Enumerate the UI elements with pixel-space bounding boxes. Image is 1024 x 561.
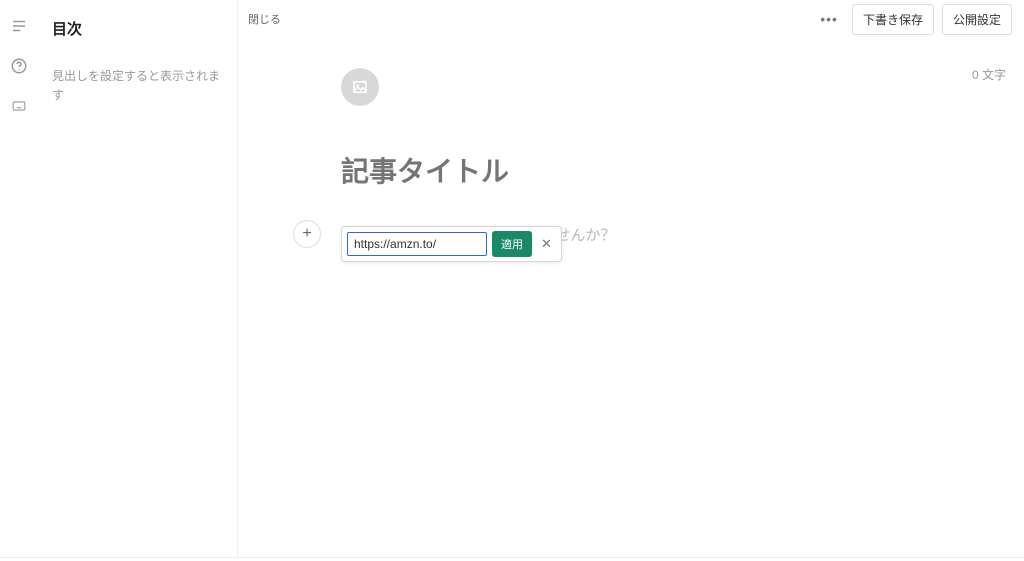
help-icon[interactable] [9, 56, 29, 76]
keyboard-icon[interactable] [9, 96, 29, 116]
popover-close-button[interactable]: ✕ [537, 236, 556, 252]
publish-settings-button[interactable]: 公開設定 [942, 4, 1012, 35]
hero-image-button[interactable] [341, 68, 379, 106]
url-input[interactable] [347, 232, 487, 256]
list-icon[interactable] [9, 16, 29, 36]
article-title-input[interactable] [341, 156, 921, 188]
url-popover: 適用 ✕ [341, 226, 562, 262]
topbar: 閉じる ••• 下書き保存 公開設定 [238, 0, 1024, 38]
more-button[interactable]: ••• [814, 7, 844, 31]
editor-area: + ませんか？ 適用 ✕ [238, 38, 1024, 557]
toc-sidebar: 目次 見出しを設定すると表示されます [38, 0, 238, 557]
toc-hint: 見出しを設定すると表示されます [52, 67, 225, 105]
editor-inner: + ませんか？ 適用 ✕ [341, 68, 921, 234]
app-root: 目次 見出しを設定すると表示されます 閉じる ••• 下書き保存 公開設定 0 … [0, 0, 1024, 558]
toc-title: 目次 [52, 18, 225, 39]
topbar-actions: ••• 下書き保存 公開設定 [814, 4, 1012, 35]
apply-button[interactable]: 適用 [492, 231, 532, 257]
close-button[interactable]: 閉じる [248, 11, 281, 27]
icon-rail [0, 0, 38, 557]
insert-block-button[interactable]: + [293, 220, 321, 248]
save-draft-button[interactable]: 下書き保存 [852, 4, 934, 35]
main-column: 閉じる ••• 下書き保存 公開設定 0 文字 [238, 0, 1024, 557]
image-upload-icon [351, 78, 369, 96]
